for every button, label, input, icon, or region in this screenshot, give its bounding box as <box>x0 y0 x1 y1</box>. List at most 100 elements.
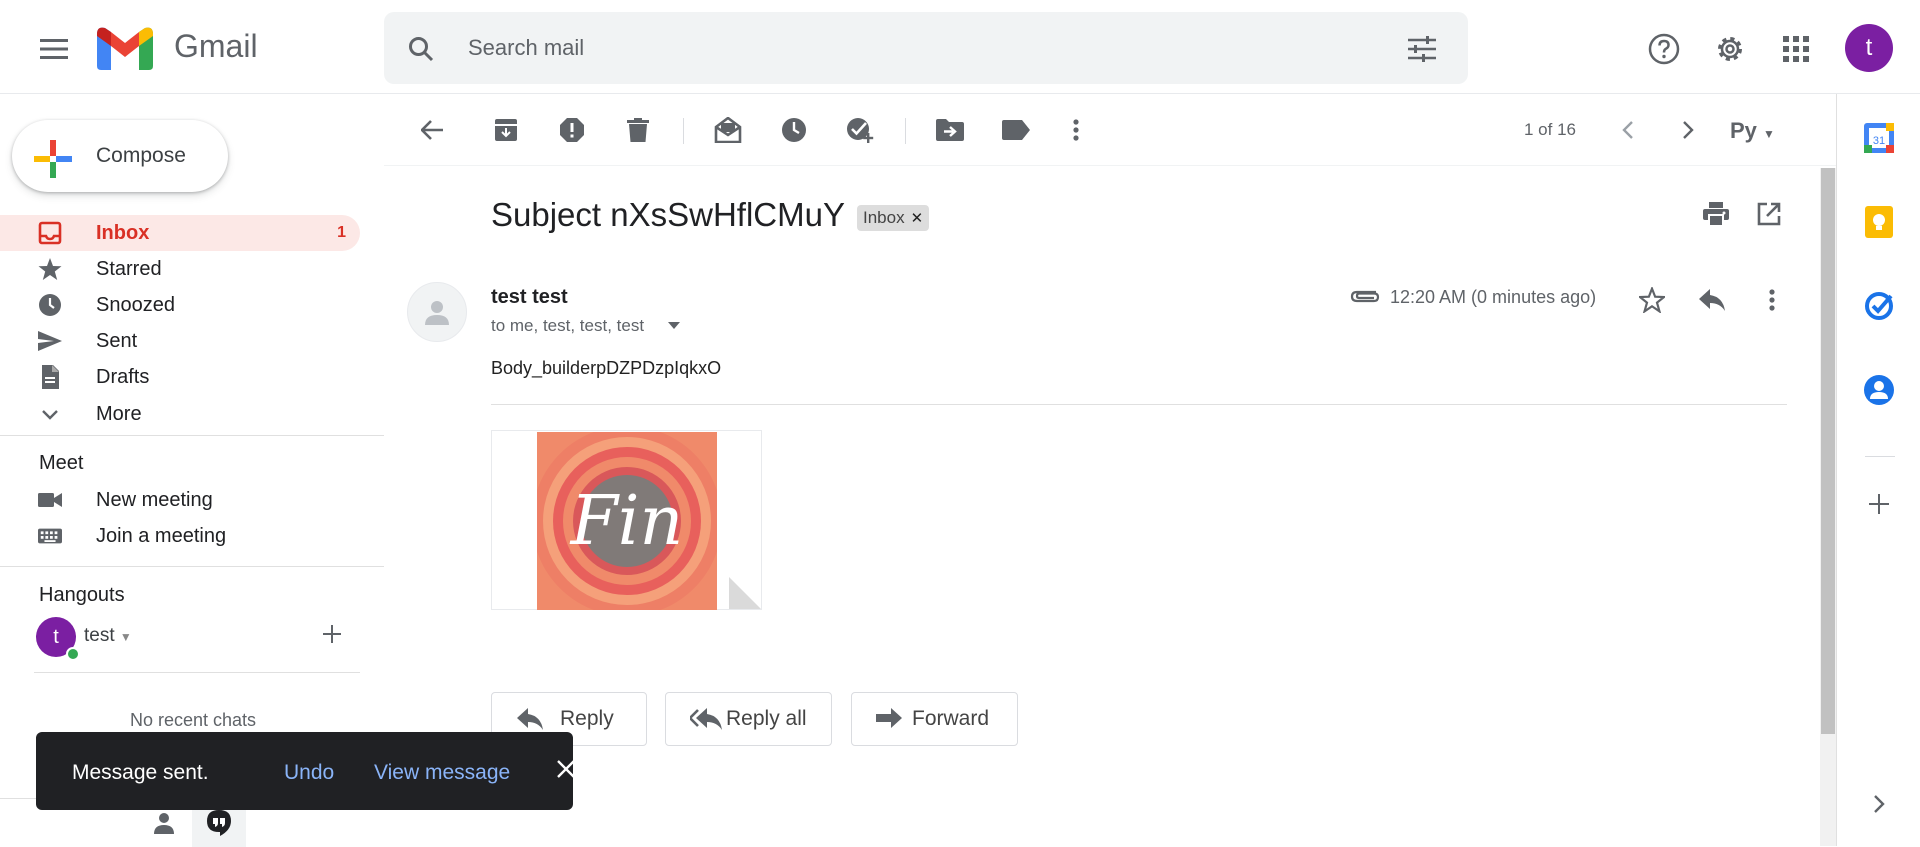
sidebar-item-label: Sent <box>96 330 138 352</box>
forward-button[interactable]: Forward <box>851 692 1018 746</box>
add-chat-icon[interactable] <box>322 624 342 644</box>
get-addons-button[interactable] <box>1859 484 1899 524</box>
show-details-icon[interactable] <box>668 322 680 330</box>
chevron-right-icon <box>1683 121 1694 139</box>
account-avatar[interactable]: t <box>1845 24 1893 72</box>
contacts-app-button[interactable] <box>1859 370 1899 410</box>
apps-button[interactable] <box>1772 25 1820 73</box>
image-attachment[interactable]: Fin <box>491 430 762 610</box>
tune-icon[interactable] <box>1408 36 1436 62</box>
snooze-button[interactable] <box>772 108 816 152</box>
newer-button[interactable] <box>1606 108 1650 152</box>
star-button[interactable] <box>1630 278 1674 322</box>
reply-all-button[interactable]: Reply all <box>665 692 832 746</box>
toolbar-separator <box>905 118 906 144</box>
person-icon <box>154 813 174 834</box>
close-icon[interactable] <box>556 759 576 779</box>
sidebar-item-drafts[interactable]: Drafts <box>0 359 360 395</box>
mark-unread-button[interactable] <box>706 108 750 152</box>
nav-divider <box>0 566 384 567</box>
label-icon <box>1002 120 1030 140</box>
add-to-tasks-button[interactable] <box>838 108 882 152</box>
input-tools-label: Pу <box>1730 118 1757 143</box>
email-timestamp: 12:20 AM (0 minutes ago) <box>1390 287 1597 307</box>
clock-icon <box>39 294 61 316</box>
plus-icon <box>34 140 72 178</box>
inbox-icon <box>38 221 62 245</box>
mail-open-icon <box>714 117 742 143</box>
older-button[interactable] <box>1666 108 1710 152</box>
message-sent-toast: Message sent. Undo View message <box>36 732 576 810</box>
no-chats-text: No recent chats <box>130 710 257 730</box>
add-task-icon <box>847 118 874 143</box>
report-icon <box>560 118 584 142</box>
reply-icon <box>517 708 543 730</box>
sidebar-item-label: Drafts <box>96 366 150 388</box>
labels-button[interactable] <box>994 108 1038 152</box>
calendar-app-button[interactable]: 31 <box>1859 118 1899 158</box>
main-menu-button[interactable] <box>30 25 78 73</box>
side-panel-divider <box>1865 456 1895 457</box>
print-icon <box>1703 202 1729 226</box>
settings-icon <box>1718 37 1742 61</box>
tasks-app-button[interactable] <box>1859 286 1899 326</box>
report-spam-button[interactable] <box>550 108 594 152</box>
help-button[interactable] <box>1640 25 1688 73</box>
open-new-window-button[interactable] <box>1757 202 1781 226</box>
sidebar-item-label: Starred <box>96 258 162 280</box>
view-message-link[interactable]: View message <box>374 761 510 785</box>
hangouts-user-name: test <box>84 625 115 646</box>
move-to-button[interactable] <box>928 108 972 152</box>
chevron-right-icon <box>1874 795 1885 813</box>
recipients-line: to me, test, test, test <box>491 316 645 335</box>
scrollbar-thumb[interactable] <box>1821 168 1835 734</box>
undo-link[interactable]: Undo <box>284 761 334 785</box>
back-button[interactable] <box>410 108 454 152</box>
show-side-panel-button[interactable] <box>1859 784 1899 824</box>
meet-title: Meet <box>39 452 84 474</box>
print-all-button[interactable] <box>1703 202 1729 226</box>
sidebar-item-inbox[interactable]: Inbox 1 <box>0 215 360 251</box>
compose-label: Compose <box>96 144 186 167</box>
chevron-down-icon <box>42 410 58 420</box>
keep-app-button[interactable] <box>1859 202 1899 242</box>
sidebar-item-starred[interactable]: Starred <box>0 251 360 287</box>
settings-button[interactable] <box>1706 25 1754 73</box>
more-message-options-button[interactable] <box>1750 278 1794 322</box>
sidebar-item-label: More <box>96 403 142 425</box>
join-meeting-button[interactable]: Join a meeting <box>0 518 360 554</box>
more-options-button[interactable] <box>1054 108 1098 152</box>
reply-icon-button[interactable] <box>1690 278 1734 322</box>
sidebar-item-snoozed[interactable]: Snoozed <box>0 287 360 323</box>
open-in-new-icon <box>1757 202 1781 226</box>
app-title: Gmail <box>174 28 258 64</box>
search-input[interactable] <box>468 30 1368 66</box>
search-bar <box>384 12 1468 84</box>
contacts-icon <box>1864 375 1894 405</box>
input-tools-button[interactable]: Pу ▼ <box>1730 118 1775 144</box>
gmail-logo-icon[interactable] <box>97 26 153 70</box>
hangouts-icon <box>207 810 231 836</box>
sidebar-item-sent[interactable]: Sent <box>0 323 360 359</box>
arrow-back-icon <box>421 120 443 140</box>
attachment-icon <box>1350 290 1380 303</box>
svg-text:31: 31 <box>1873 135 1885 147</box>
tasks-icon <box>1865 292 1893 320</box>
forward-icon <box>876 708 902 728</box>
delete-button[interactable] <box>616 108 660 152</box>
star-outline-icon <box>1639 287 1665 313</box>
compose-button[interactable]: Compose <box>12 120 228 192</box>
search-icon[interactable] <box>408 36 434 62</box>
reply-icon <box>1699 289 1725 311</box>
sender-name[interactable]: test test <box>491 286 568 309</box>
hangouts-user-menu[interactable]: test ▼ <box>84 625 132 647</box>
remove-label-icon[interactable]: ✕ <box>911 209 924 227</box>
clock-icon <box>782 118 806 142</box>
new-meeting-button[interactable]: New meeting <box>0 482 360 518</box>
archive-icon <box>495 119 517 141</box>
sidebar-item-more[interactable]: More <box>0 396 360 432</box>
keyboard-icon <box>38 528 62 544</box>
person-icon <box>425 301 449 325</box>
more-vert-icon <box>1769 289 1775 311</box>
archive-button[interactable] <box>484 108 528 152</box>
